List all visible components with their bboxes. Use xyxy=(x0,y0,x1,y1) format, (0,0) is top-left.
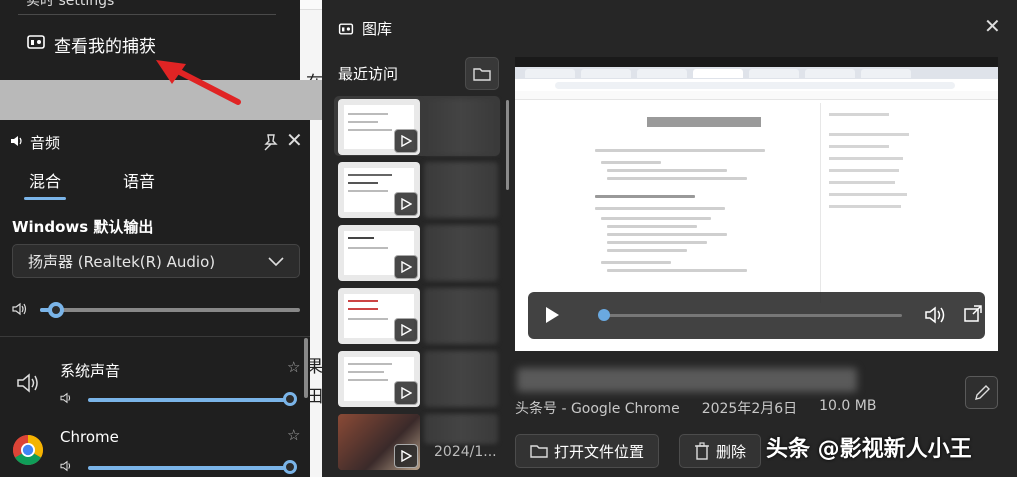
master-volume-slider[interactable] xyxy=(12,300,302,320)
tab-mix[interactable]: 混合 xyxy=(18,166,72,200)
chrome-icon xyxy=(12,435,44,466)
gallery-panel: 图库 ✕ 最近访问 2024/1... 头条号 - Google Chrome … xyxy=(322,0,1017,477)
thumbnail-blurred xyxy=(424,162,498,218)
capture-thumbnail[interactable] xyxy=(338,225,420,281)
close-icon[interactable]: ✕ xyxy=(984,14,1001,38)
view-my-captures-button[interactable]: 查看我的捕获 xyxy=(18,24,156,64)
file-title-redacted xyxy=(517,368,857,392)
gallery-header: 图库 xyxy=(338,18,392,39)
slider-fill xyxy=(88,398,290,402)
seek-thumb[interactable] xyxy=(598,309,610,321)
open-folder-button[interactable] xyxy=(465,57,499,90)
audio-title: 音频 xyxy=(30,134,61,152)
app-name-chrome: Chrome xyxy=(60,428,119,446)
thumbnail-blurred xyxy=(424,288,498,344)
thumbnail-date: 2024/1... xyxy=(434,444,497,460)
favorite-star-icon[interactable]: ☆ xyxy=(287,426,300,444)
play-icon[interactable] xyxy=(544,306,560,324)
delete-label: 删除 xyxy=(716,442,747,461)
capture-thumbnail[interactable] xyxy=(338,162,420,218)
slider-thumb[interactable] xyxy=(283,392,297,406)
play-icon xyxy=(394,255,418,279)
preview-side-panel xyxy=(820,103,940,303)
delete-button[interactable]: 删除 xyxy=(679,434,762,468)
app-name-system-sounds: 系统声音 xyxy=(60,362,121,380)
audio-header: 音频 xyxy=(10,132,60,153)
close-icon[interactable]: ✕ xyxy=(286,128,303,152)
capture-thumbnail[interactable] xyxy=(338,288,420,344)
open-file-location-label: 打开文件位置 xyxy=(554,442,645,461)
output-device-dropdown[interactable]: 扬声器 (Realtek(R) Audio) xyxy=(12,244,300,278)
scrollbar[interactable] xyxy=(506,100,509,190)
play-icon xyxy=(394,192,418,216)
file-size: 10.0 MB xyxy=(819,398,877,414)
divider xyxy=(0,336,310,337)
rename-button[interactable] xyxy=(965,376,998,409)
play-icon xyxy=(394,444,418,468)
preview-address-bar xyxy=(555,82,955,89)
folder-icon xyxy=(530,445,548,458)
play-icon xyxy=(394,381,418,405)
watermark-text: 头条 @影视新人小王 xyxy=(766,437,972,462)
volume-icon xyxy=(60,392,71,404)
capture-widget: 实时 settings 查看我的捕获 xyxy=(0,0,300,80)
thumbnail-blurred xyxy=(424,225,498,281)
pin-icon[interactable] xyxy=(262,133,280,151)
volume-icon xyxy=(60,460,71,472)
folder-icon xyxy=(473,67,491,81)
thumbnail-blurred xyxy=(424,351,498,407)
audio-panel: 音频 ✕ 混合 语音 Windows 默认输出 扬声器 (Realtek(R) … xyxy=(0,120,310,477)
tab-voice[interactable]: 语音 xyxy=(112,166,166,200)
play-icon xyxy=(394,129,418,153)
slider-thumb[interactable] xyxy=(48,302,64,318)
system-sounds-volume-slider[interactable] xyxy=(88,392,297,416)
default-output-label: Windows 默认输出 xyxy=(12,218,154,236)
volume-icon xyxy=(12,302,27,316)
gallery-title: 图库 xyxy=(362,20,393,38)
thumbnail-blurred xyxy=(424,99,498,155)
capture-thumbnail[interactable] xyxy=(338,99,420,155)
view-my-captures-label: 查看我的捕获 xyxy=(54,36,156,57)
scrollbar[interactable] xyxy=(304,338,308,398)
video-preview[interactable] xyxy=(515,57,998,351)
file-date: 2025年2月6日 xyxy=(701,401,798,417)
preview-tab-strip xyxy=(515,67,998,79)
slider-thumb[interactable] xyxy=(283,460,297,474)
open-file-location-button[interactable]: 打开文件位置 xyxy=(515,434,660,468)
play-icon xyxy=(394,318,418,342)
divider xyxy=(18,14,276,15)
trash-icon xyxy=(695,442,709,460)
audio-tabs: 混合 语音 xyxy=(18,166,166,200)
speaker-icon xyxy=(17,373,38,393)
thumbnail-blurred xyxy=(424,414,498,444)
chevron-down-icon xyxy=(268,257,284,267)
video-controls xyxy=(528,292,985,339)
popout-icon[interactable] xyxy=(964,305,982,323)
recent-label: 最近访问 xyxy=(338,65,399,83)
output-device-value: 扬声器 (Realtek(R) Audio) xyxy=(28,252,216,271)
file-source: 头条号 - Google Chrome xyxy=(515,401,680,417)
file-metadata: 头条号 - Google Chrome 2025年2月6日 10.0 MB xyxy=(515,398,876,418)
capture-thumbnail[interactable] xyxy=(338,351,420,407)
favorite-star-icon[interactable]: ☆ xyxy=(287,358,300,376)
seek-bar[interactable] xyxy=(606,314,902,317)
volume-icon[interactable] xyxy=(925,305,947,325)
speaker-icon xyxy=(10,134,24,152)
annotation-arrow-icon xyxy=(156,60,241,105)
capture-settings-label: 实时 settings xyxy=(26,0,115,9)
gallery-icon xyxy=(26,32,46,56)
chrome-volume-slider[interactable] xyxy=(88,460,297,477)
gallery-icon xyxy=(338,22,354,35)
slider-fill xyxy=(88,466,290,470)
preview-bookmarks-bar xyxy=(515,91,998,100)
capture-thumbnail[interactable] xyxy=(338,414,420,470)
slider-track xyxy=(40,308,300,312)
pencil-icon xyxy=(974,384,990,400)
